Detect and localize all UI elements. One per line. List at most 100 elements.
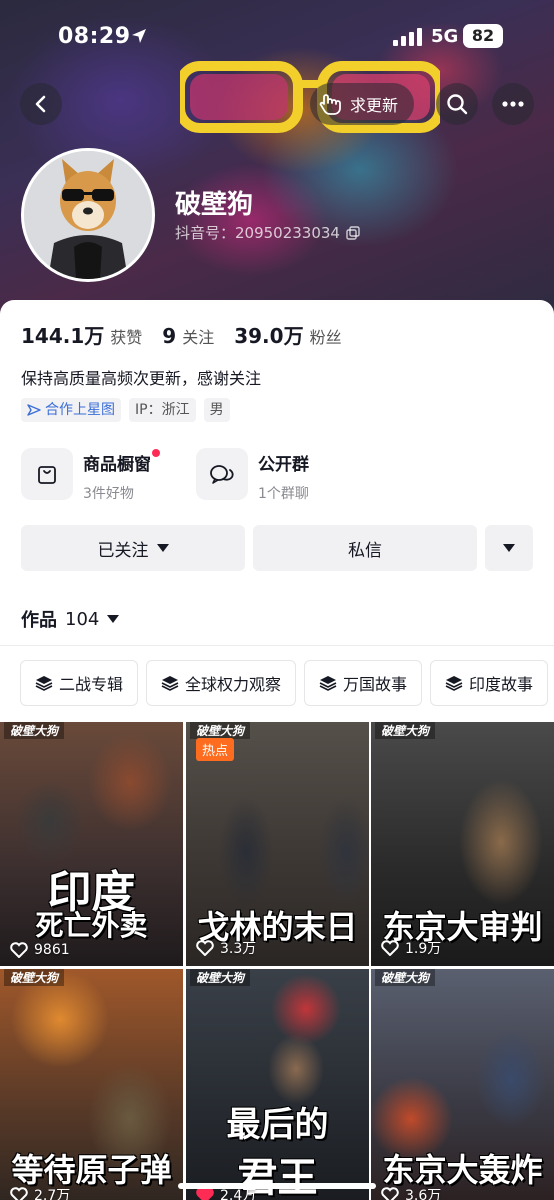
- divider: [0, 645, 554, 646]
- network-type: 5G: [431, 26, 459, 47]
- heart-icon: [10, 1187, 28, 1200]
- video-brand: 破壁大狗: [4, 722, 65, 739]
- video-title-line2: 死亡外卖: [35, 909, 148, 942]
- profile-actions: 已关注 私信: [21, 525, 533, 571]
- collection-chip[interactable]: 二战专辑: [20, 660, 139, 706]
- video-likes: 3.3万: [196, 938, 256, 958]
- video-likes-count: 3.6万: [405, 1188, 442, 1200]
- shiba-avatar-image: [24, 151, 152, 279]
- layers-icon: [35, 676, 53, 691]
- followers-count[interactable]: 39.0万: [234, 320, 303, 349]
- followed-button[interactable]: 已关注: [21, 525, 245, 571]
- tag-ip-location: IP：浙江: [129, 398, 196, 422]
- collection-label: 全球权力观察: [185, 675, 282, 694]
- tag-gender: 男: [203, 398, 230, 422]
- works-label: 作品: [21, 610, 57, 631]
- search-icon: [447, 94, 468, 115]
- video-tile[interactable]: 破壁大狗 东京大审判 1.9万: [371, 722, 554, 966]
- public-group-sub: 1个群聊: [258, 486, 309, 502]
- signal-icon: [393, 28, 422, 46]
- tag-cooperation[interactable]: 合作上星图: [21, 398, 121, 422]
- request-update-label: 求更新: [350, 96, 399, 115]
- message-button[interactable]: 私信: [253, 525, 477, 571]
- video-brand: 破壁大狗: [375, 969, 436, 986]
- profile-tags: 合作上星图 IP：浙江 男: [21, 398, 230, 422]
- chat-bubbles-icon: [196, 448, 248, 500]
- video-tile[interactable]: 破壁大狗 最后的 君王 2.4万: [186, 969, 369, 1200]
- message-label: 私信: [348, 540, 382, 561]
- heart-icon: [381, 1187, 399, 1200]
- more-dots-icon: [502, 101, 524, 107]
- profile-bio: 保持高质量高频次更新，感谢关注: [21, 369, 262, 388]
- public-group-entry[interactable]: 公开群 1个群聊: [196, 448, 309, 503]
- profile-name: 破壁狗: [175, 190, 254, 220]
- works-count: 104: [65, 608, 100, 630]
- collection-label: 印度故事: [469, 675, 534, 694]
- status-bar: 08:29 5G 82: [0, 18, 554, 58]
- shopping-bag-icon: [21, 448, 73, 500]
- heart-icon: [381, 940, 399, 956]
- caret-down-icon: [156, 544, 169, 552]
- search-button[interactable]: [436, 83, 478, 125]
- collection-chip[interactable]: 万国故事: [304, 660, 423, 706]
- following-label[interactable]: 关注: [182, 324, 214, 348]
- video-tile[interactable]: 破壁大狗 印度 死亡外卖 9861: [0, 722, 183, 966]
- video-brand: 破壁大狗: [375, 722, 436, 739]
- video-likes: 3.6万: [381, 1185, 441, 1200]
- caret-down-icon: [503, 544, 515, 552]
- video-brand: 破壁大狗: [190, 969, 251, 986]
- more-button[interactable]: [492, 83, 534, 125]
- video-likes: 1.9万: [381, 938, 441, 958]
- tag-cooperation-label: 合作上星图: [45, 402, 115, 418]
- likes-count: 144.1万: [21, 324, 105, 348]
- layers-icon: [445, 676, 463, 691]
- followed-label: 已关注: [97, 540, 149, 561]
- public-group-title: 公开群: [258, 455, 309, 475]
- video-tile[interactable]: 破壁大狗 等待原子弹 2.7万: [0, 969, 183, 1200]
- product-showcase-entry[interactable]: 商品橱窗 3件好物: [21, 448, 160, 503]
- collections-row: 二战专辑 全球权力观察 万国故事 印度故事: [20, 660, 549, 706]
- video-tile[interactable]: 破壁大狗 热点 戈林的末日 3.3万: [186, 722, 369, 966]
- request-update-button[interactable]: 求更新: [310, 83, 415, 125]
- product-showcase-title-text: 商品橱窗: [83, 455, 151, 475]
- notification-dot: [152, 449, 160, 457]
- collection-label: 万国故事: [343, 675, 408, 694]
- star-map-icon: [27, 404, 41, 416]
- profile-stats: 144.1万 获赞 9 关注 39.0万 粉丝: [21, 320, 362, 349]
- video-brand: 破壁大狗: [190, 722, 251, 739]
- video-title-line1: 最后的: [226, 1105, 329, 1145]
- video-likes-count: 2.7万: [34, 1188, 71, 1200]
- product-showcase-title: 商品橱窗: [83, 449, 160, 475]
- collection-label: 二战专辑: [59, 675, 124, 694]
- following-count[interactable]: 9: [162, 324, 176, 348]
- video-likes: 2.7万: [10, 1185, 70, 1200]
- chevron-left-icon: [35, 95, 46, 113]
- likes-label: 获赞: [110, 328, 143, 347]
- followers-label[interactable]: 粉丝: [310, 324, 342, 348]
- collection-chip[interactable]: 全球权力观察: [146, 660, 297, 706]
- heart-icon: [10, 942, 28, 958]
- heart-icon: [196, 940, 214, 956]
- home-indicator: [178, 1183, 376, 1189]
- works-tab[interactable]: 作品 104: [21, 606, 120, 632]
- layers-icon: [161, 676, 179, 691]
- douyin-id[interactable]: 抖音号：20950233034: [175, 222, 360, 243]
- more-actions-button[interactable]: [485, 525, 533, 571]
- layers-icon: [319, 676, 337, 691]
- copy-icon[interactable]: [346, 225, 360, 240]
- video-likes: 9861: [10, 942, 70, 958]
- video-tile[interactable]: 破壁大狗 东京大轰炸 3.6万: [371, 969, 554, 1200]
- video-brand: 破壁大狗: [4, 969, 65, 986]
- douyin-id-text: 抖音号：20950233034: [175, 224, 340, 242]
- collection-chip[interactable]: 印度故事: [430, 660, 549, 706]
- hot-badge: 热点: [196, 738, 235, 761]
- back-button[interactable]: [20, 83, 62, 125]
- battery-level: 82: [463, 24, 503, 48]
- video-likes-count: 9861: [34, 942, 70, 958]
- location-arrow-icon: [132, 29, 146, 43]
- video-likes-count: 1.9万: [405, 941, 442, 957]
- video-likes-count: 3.3万: [220, 941, 257, 957]
- avatar[interactable]: [21, 148, 155, 282]
- status-time: 08:29: [58, 24, 131, 49]
- caret-down-icon: [107, 615, 120, 623]
